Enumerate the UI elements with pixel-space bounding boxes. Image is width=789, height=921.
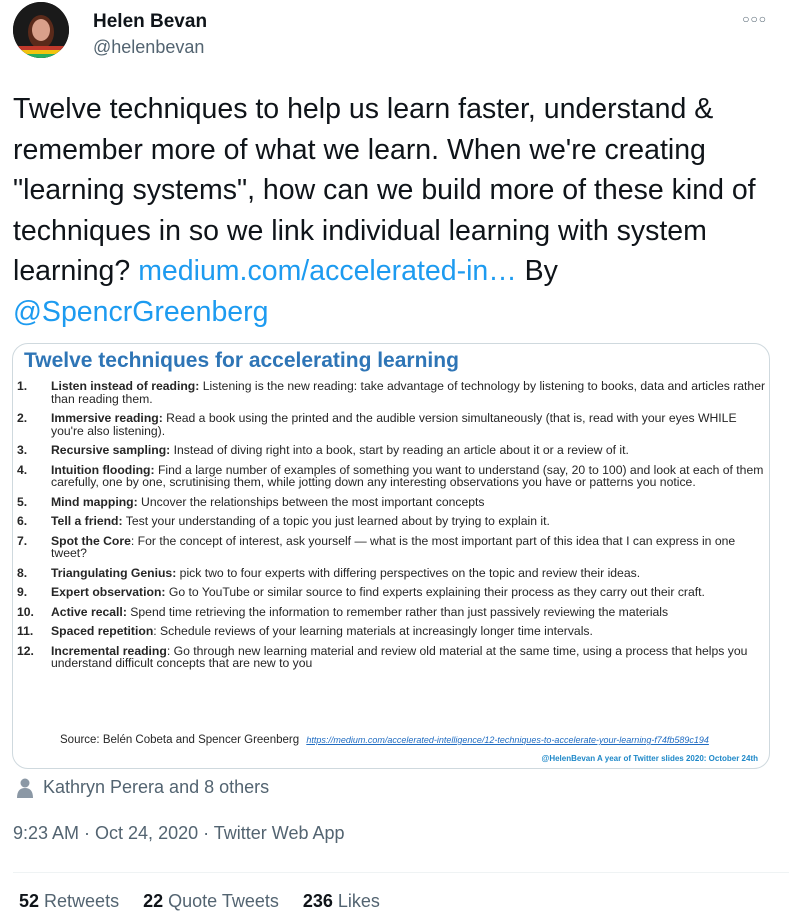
technique-item: 5. Mind mapping: Uncover the relationship… [17, 494, 767, 509]
technique-description: Mind mapping: Uncover the relationships … [51, 494, 767, 509]
technique-text: Instead of diving right into a book, sta… [170, 443, 629, 457]
technique-text: : Schedule reviews of your learning mate… [153, 624, 593, 638]
technique-list: 1. Listen instead of reading: Listening i… [17, 380, 767, 677]
slide-credit: @HelenBevan A year of Twitter slides 202… [541, 754, 758, 763]
technique-term: Spaced repetition [51, 624, 154, 638]
technique-text: Test your understanding of a topic you j… [122, 514, 550, 528]
technique-item: 6. Tell a friend: Test your understanding… [17, 515, 767, 528]
technique-text: pick two to four experts with differing … [176, 565, 641, 580]
technique-number: 1. [17, 379, 28, 393]
technique-description: Incremental reading: Go through new lear… [51, 644, 767, 670]
technique-item: 10. Active recall: Spend time retrieving … [17, 604, 767, 619]
technique-text: Go to YouTube or similar source to find … [165, 585, 705, 599]
likes-label: Likes [337, 891, 380, 911]
technique-description: Expert observation: Go to YouTube or sim… [51, 586, 767, 599]
tweet-stats: 52 Retweets 22 Quote Tweets 236 Likes [19, 891, 380, 912]
technique-number: 5. [17, 494, 28, 509]
technique-description: Tell a friend: Test your understanding o… [51, 515, 767, 528]
technique-number: 7. [17, 533, 28, 548]
person-icon [17, 778, 33, 798]
technique-item: 3. Recursive sampling: Instead of diving … [17, 444, 767, 457]
likes-stat[interactable]: 236 Likes [303, 891, 380, 912]
tweet-by: By [516, 255, 558, 287]
technique-term: Recursive sampling: [51, 443, 171, 457]
likers-line[interactable]: Kathryn Perera and 8 others [17, 777, 269, 798]
technique-number: 3. [17, 443, 28, 457]
divider [13, 872, 789, 873]
technique-description: Spaced repetition: Schedule reviews of y… [51, 625, 767, 638]
source-url: https://medium.com/accelerated-intellige… [306, 735, 709, 745]
source-label: Source: Belén Cobeta and Spencer Greenbe… [60, 734, 300, 746]
technique-number: 9. [17, 585, 28, 599]
technique-text: Find a large number of examples of somet… [51, 462, 764, 489]
slide-title: Twelve techniques for accelerating learn… [24, 349, 459, 372]
technique-description: Recursive sampling: Instead of diving ri… [51, 444, 767, 457]
technique-item: 7. Spot the Core: For the concept of inte… [17, 533, 767, 560]
likers-text: Kathryn Perera and 8 others [43, 777, 270, 797]
technique-item: 11. Spaced repetition: Schedule reviews o… [17, 625, 767, 638]
technique-number: 2. [17, 411, 28, 425]
technique-number: 12. [17, 643, 34, 658]
technique-number: 4. [17, 462, 28, 477]
technique-item: 9. Expert observation: Go to YouTube or s… [17, 586, 767, 599]
technique-description: Listen instead of reading: Listening is … [51, 380, 767, 405]
technique-text: Spend time retrieving the information to… [126, 604, 669, 619]
author-name[interactable]: Helen Bevan [93, 11, 207, 33]
technique-description: Immersive reading: Read a book using the… [51, 412, 767, 437]
technique-item: 12. Incremental reading: Go through new l… [17, 643, 767, 670]
technique-number: 8. [17, 565, 28, 580]
technique-item: 4. Intuition flooding: Find a large numbe… [17, 462, 767, 489]
retweets-label: Retweets [44, 891, 120, 911]
tweet-link[interactable]: medium.com/accelerated-in… [138, 255, 517, 287]
tweet-image-card[interactable]: Twelve techniques for accelerating learn… [12, 343, 770, 769]
retweets-count: 52 [19, 891, 40, 911]
technique-text: Uncover the relationships between the mo… [137, 494, 485, 509]
technique-term: Triangulating Genius: [51, 565, 177, 580]
technique-term: Tell a friend: [51, 514, 123, 528]
technique-term: Active recall: [51, 604, 127, 619]
technique-term: Expert observation: [51, 585, 166, 599]
author-handle[interactable]: @helenbevan [93, 37, 204, 58]
mention-link[interactable]: @SpencrGreenberg [13, 296, 268, 328]
technique-number: 11. [17, 624, 34, 638]
technique-description: Active recall: Spend time retrieving the… [51, 604, 767, 619]
likes-count: 236 [302, 891, 333, 911]
technique-description: Spot the Core: For the concept of intere… [51, 533, 767, 560]
technique-description: Triangulating Genius: pick two to four e… [51, 565, 767, 580]
avatar[interactable] [13, 2, 69, 58]
more-options-icon[interactable]: ○○○ [742, 12, 767, 26]
retweets-stat[interactable]: 52 Retweets [19, 891, 119, 912]
quotes-count: 22 [143, 891, 164, 911]
technique-item: 8. Triangulating Genius: pick two to four… [17, 565, 767, 580]
source-line: Source: Belén Cobeta and Spencer Greenbe… [60, 734, 709, 746]
technique-term: Mind mapping: [51, 494, 138, 509]
technique-item: 2. Immersive reading: Read a book using t… [17, 412, 767, 437]
technique-description: Intuition flooding: Find a large number … [51, 462, 767, 489]
tweet-text: Twelve techniques to help us learn faste… [13, 89, 778, 332]
tweet-timestamp[interactable]: 9:23 AM · Oct 24, 2020 · Twitter Web App [13, 823, 345, 844]
quotes-label: Quote Tweets [168, 891, 279, 911]
avatar-image [13, 2, 69, 58]
technique-text: : For the concept of interest, ask yours… [51, 533, 736, 560]
technique-number: 10. [17, 604, 34, 619]
technique-number: 6. [17, 514, 28, 528]
quotes-stat[interactable]: 22 Quote Tweets [143, 891, 279, 912]
technique-item: 1. Listen instead of reading: Listening i… [17, 380, 767, 405]
